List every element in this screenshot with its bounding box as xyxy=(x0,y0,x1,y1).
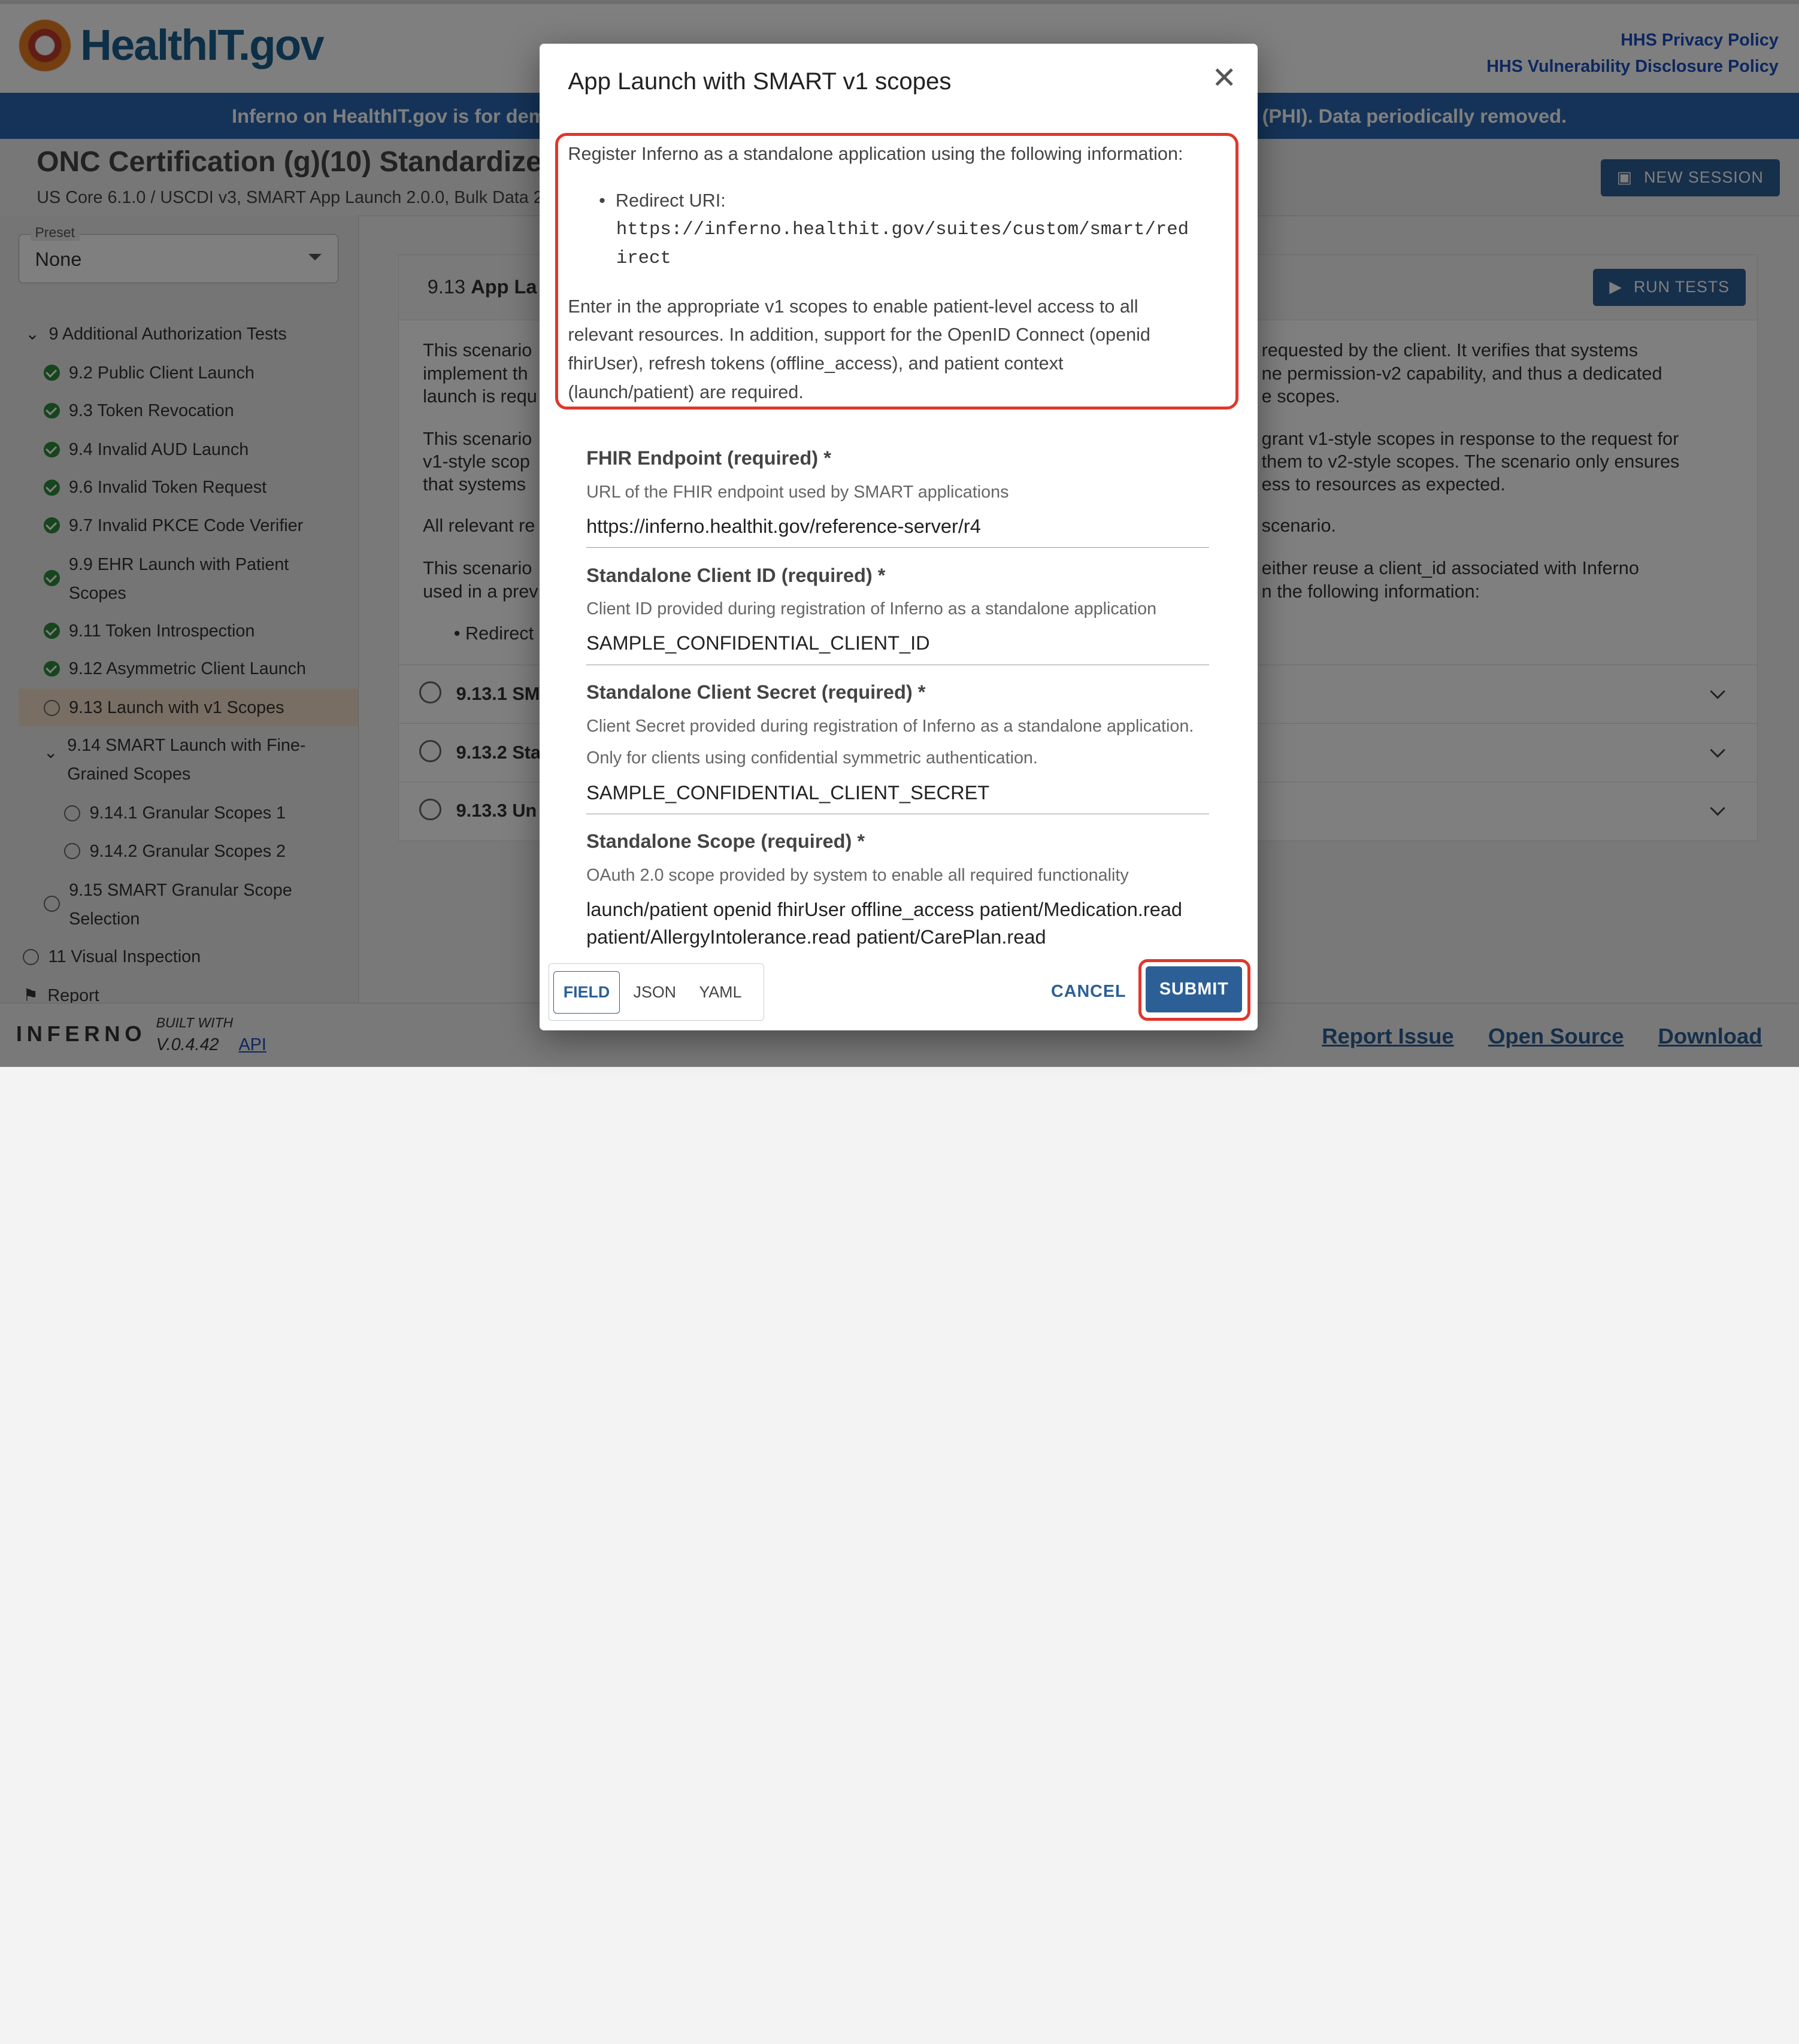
client-id-input[interactable]: SAMPLE_CONFIDENTIAL_CLIENT_ID xyxy=(586,630,1210,665)
field-help: OAuth 2.0 scope provided by system to en… xyxy=(586,865,1129,885)
field-label: Standalone Client ID (required) * xyxy=(586,564,886,586)
redirect-uri: https://inferno.healthit.gov/suites/cust… xyxy=(616,219,1189,269)
field-toggle-button[interactable]: FIELD xyxy=(553,971,620,1014)
field-label: FHIR Endpoint (required) * xyxy=(586,447,831,469)
close-icon[interactable]: ✕ xyxy=(1212,63,1237,93)
field-label: Standalone Scope (required) * xyxy=(586,830,865,853)
dialog-title: App Launch with SMART v1 scopes xyxy=(568,68,952,95)
redirect-bullet: • Redirect URI: xyxy=(599,190,726,211)
field-label: Standalone Client Secret (required) * xyxy=(586,681,926,703)
instructions-intro: Register Inferno as a standalone applica… xyxy=(568,143,1183,164)
submit-button[interactable]: SUBMIT xyxy=(1146,966,1243,1013)
input-dialog: App Launch with SMART v1 scopes ✕ Regist… xyxy=(539,43,1258,1030)
input-format-toggle: FIELD JSON YAML xyxy=(548,963,765,1021)
json-toggle-button[interactable]: JSON xyxy=(624,972,685,1013)
redirect-label: Redirect URI: xyxy=(615,190,726,211)
scopes-instructions: Enter in the appropriate v1 scopes to en… xyxy=(568,296,1150,403)
client-secret-field: Standalone Client Secret (required) * Cl… xyxy=(586,681,1210,814)
yaml-toggle-button[interactable]: YAML xyxy=(690,972,751,1013)
field-help: Client ID provided during registration o… xyxy=(586,599,1157,619)
field-help: URL of the FHIR endpoint used by SMART a… xyxy=(586,482,1009,502)
cancel-button[interactable]: CANCEL xyxy=(1051,982,1126,1002)
dialog-actions: FIELD JSON YAML CANCEL SUBMIT xyxy=(539,950,1258,1030)
field-help: Client Secret provided during registrati… xyxy=(586,716,1194,768)
fhir-endpoint-field: FHIR Endpoint (required) * URL of the FH… xyxy=(586,447,1210,548)
scope-field: Standalone Scope (required) * OAuth 2.0 … xyxy=(586,830,1210,959)
client-secret-input[interactable]: SAMPLE_CONFIDENTIAL_CLIENT_SECRET xyxy=(586,780,1210,814)
fhir-endpoint-input[interactable]: https://inferno.healthit.gov/reference-s… xyxy=(586,513,1210,548)
submit-highlight: SUBMIT xyxy=(1138,959,1251,1021)
client-id-field: Standalone Client ID (required) * Client… xyxy=(586,564,1210,665)
